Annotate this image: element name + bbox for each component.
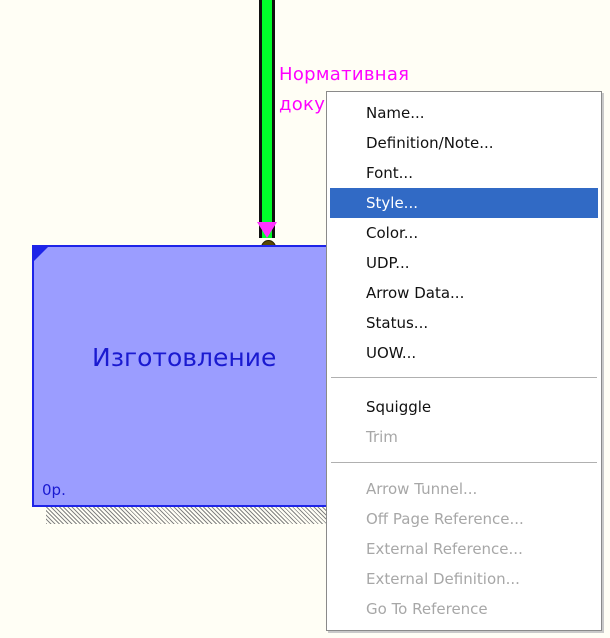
menu-item-external-definition[interactable]: External Definition... [330,564,598,594]
activity-title: Изготовление [92,343,277,372]
menu-item-arrow-tunnel[interactable]: Arrow Tunnel... [330,474,598,504]
menu-item-off-page-reference[interactable]: Off Page Reference... [330,504,598,534]
activity-cost: 0р. [42,481,66,499]
arrow-label-line1[interactable]: Нормативная [279,64,409,85]
diagram-canvas[interactable]: Нормативная доку Изготовление 0р. Name..… [0,0,610,638]
menu-item-color[interactable]: Color... [330,218,598,248]
box-corner-marker-icon [34,247,48,261]
context-menu: Name... Definition/Note... Font... Style… [326,91,602,631]
menu-item-style[interactable]: Style... [330,188,598,218]
menu-item-external-reference[interactable]: External Reference... [330,534,598,564]
activity-box-shadow [46,504,340,524]
menu-item-go-to-reference[interactable]: Go To Reference [330,594,598,624]
input-arrow[interactable] [259,0,275,238]
activity-box[interactable]: Изготовление 0р. [32,245,332,507]
menu-item-name[interactable]: Name... [330,98,598,128]
menu-item-definition-note[interactable]: Definition/Note... [330,128,598,158]
arrow-head-icon [257,222,277,238]
menu-item-font[interactable]: Font... [330,158,598,188]
menu-item-uow[interactable]: UOW... [330,338,598,368]
menu-separator [331,462,597,463]
menu-item-arrow-data[interactable]: Arrow Data... [330,278,598,308]
menu-item-status[interactable]: Status... [330,308,598,338]
menu-item-trim[interactable]: Trim [330,422,598,452]
menu-item-udp[interactable]: UDP... [330,248,598,278]
menu-separator [331,377,597,378]
arrow-label-line2[interactable]: доку [279,94,325,115]
menu-item-squiggle[interactable]: Squiggle [330,392,598,422]
